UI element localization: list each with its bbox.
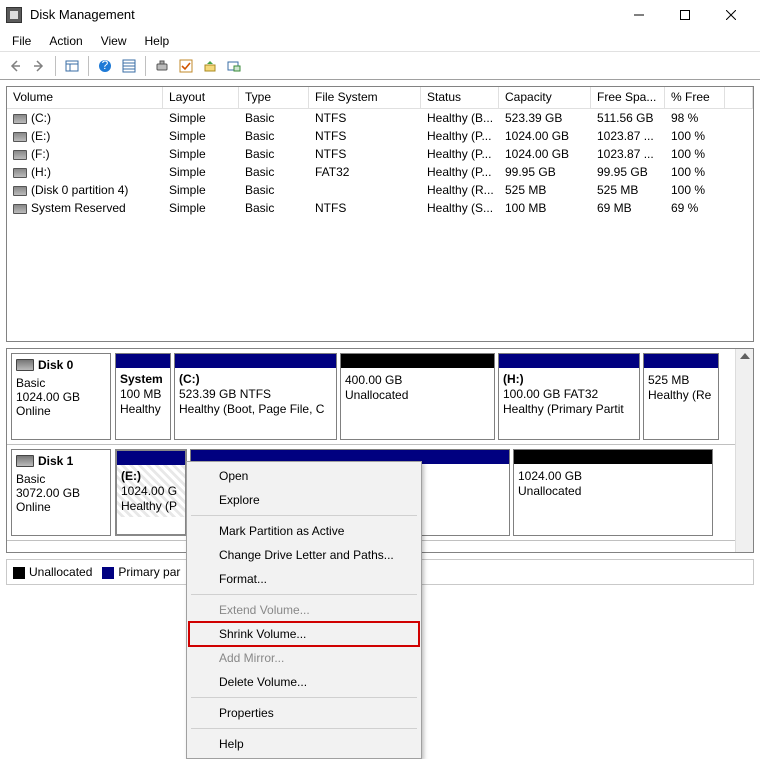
volume-icon [13, 168, 27, 178]
volume-icon [13, 150, 27, 160]
table-row[interactable]: (F:)SimpleBasicNTFSHealthy (P...1024.00 … [7, 145, 753, 163]
partition[interactable]: 400.00 GBUnallocated [340, 353, 495, 440]
col-free[interactable]: Free Spa... [591, 87, 665, 108]
action-up-icon[interactable] [199, 55, 221, 77]
toolbar: ? [0, 52, 760, 80]
partition[interactable]: (C:)523.39 GB NTFSHealthy (Boot, Page Fi… [174, 353, 337, 440]
partition[interactable]: (E:)1024.00 GHealthy (P [115, 449, 187, 536]
menu-action[interactable]: Action [41, 32, 90, 50]
disk-header[interactable]: Disk 0Basic1024.00 GBOnline [11, 353, 111, 440]
partition[interactable]: System100 MBHealthy [115, 353, 171, 440]
legend-primary: Primary par [102, 565, 180, 579]
col-type[interactable]: Type [239, 87, 309, 108]
legend-unallocated: Unallocated [13, 565, 92, 579]
window-title: Disk Management [30, 7, 616, 22]
table-row[interactable]: System ReservedSimpleBasicNTFSHealthy (S… [7, 199, 753, 217]
scrollbar[interactable] [735, 349, 753, 552]
disk-row: Disk 0Basic1024.00 GBOnlineSystem100 MBH… [7, 349, 735, 445]
ctx-extend: Extend Volume... [189, 598, 419, 622]
close-button[interactable] [708, 0, 754, 30]
ctx-properties[interactable]: Properties [189, 701, 419, 725]
ctx-change-letter[interactable]: Change Drive Letter and Paths... [189, 543, 419, 567]
toolbar-list-icon[interactable] [118, 55, 140, 77]
col-blank [725, 87, 753, 108]
menu-help[interactable]: Help [137, 32, 178, 50]
col-status[interactable]: Status [421, 87, 499, 108]
volume-table: Volume Layout Type File System Status Ca… [6, 86, 754, 342]
col-pctfree[interactable]: % Free [665, 87, 725, 108]
volume-icon [13, 186, 27, 196]
disk-icon [16, 359, 34, 371]
scroll-up-icon[interactable] [740, 353, 750, 359]
disk-icon [16, 455, 34, 467]
ctx-explore[interactable]: Explore [189, 488, 419, 512]
ctx-format[interactable]: Format... [189, 567, 419, 591]
partition[interactable]: 1024.00 GBUnallocated [513, 449, 713, 536]
menu-view[interactable]: View [93, 32, 135, 50]
context-menu: Open Explore Mark Partition as Active Ch… [186, 461, 422, 759]
col-layout[interactable]: Layout [163, 87, 239, 108]
help-icon[interactable]: ? [94, 55, 116, 77]
ctx-shrink[interactable]: Shrink Volume... [189, 622, 419, 646]
disk-header[interactable]: Disk 1Basic3072.00 GBOnline [11, 449, 111, 536]
table-row[interactable]: (E:)SimpleBasicNTFSHealthy (P...1024.00 … [7, 127, 753, 145]
menu-file[interactable]: File [4, 32, 39, 50]
back-button[interactable] [4, 55, 26, 77]
table-row[interactable]: (Disk 0 partition 4)SimpleBasicHealthy (… [7, 181, 753, 199]
ctx-mark-active[interactable]: Mark Partition as Active [189, 519, 419, 543]
minimize-button[interactable] [616, 0, 662, 30]
check-icon[interactable] [175, 55, 197, 77]
col-volume[interactable]: Volume [7, 87, 163, 108]
col-capacity[interactable]: Capacity [499, 87, 591, 108]
refresh-icon[interactable] [151, 55, 173, 77]
table-row[interactable]: (C:)SimpleBasicNTFSHealthy (B...523.39 G… [7, 109, 753, 127]
partition[interactable]: (H:)100.00 GB FAT32Healthy (Primary Part… [498, 353, 640, 440]
title-bar: Disk Management [0, 0, 760, 30]
volume-table-header: Volume Layout Type File System Status Ca… [7, 87, 753, 109]
col-filesystem[interactable]: File System [309, 87, 421, 108]
ctx-help[interactable]: Help [189, 732, 419, 756]
volume-icon [13, 132, 27, 142]
volume-icon [13, 114, 27, 124]
ctx-add-mirror: Add Mirror... [189, 646, 419, 670]
ctx-delete[interactable]: Delete Volume... [189, 670, 419, 694]
forward-button[interactable] [28, 55, 50, 77]
menu-bar: File Action View Help [0, 30, 760, 52]
partition[interactable]: 525 MBHealthy (Re [643, 353, 719, 440]
ctx-open[interactable]: Open [189, 464, 419, 488]
toolbar-show-icon[interactable] [61, 55, 83, 77]
app-icon [6, 7, 22, 23]
maximize-button[interactable] [662, 0, 708, 30]
svg-text:?: ? [102, 59, 109, 72]
volume-icon [13, 204, 27, 214]
settings-icon[interactable] [223, 55, 245, 77]
table-row[interactable]: (H:)SimpleBasicFAT32Healthy (P...99.95 G… [7, 163, 753, 181]
